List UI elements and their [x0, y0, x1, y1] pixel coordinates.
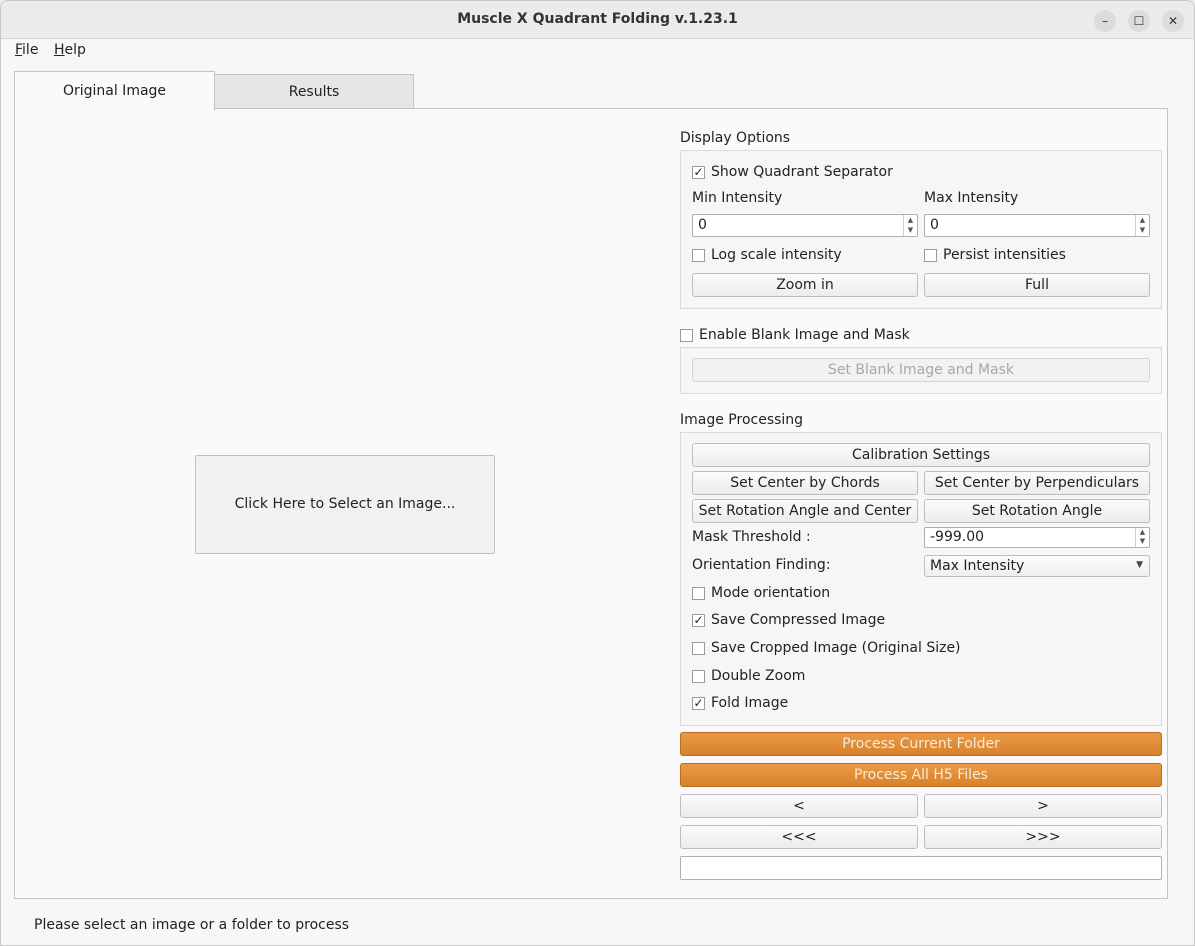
orientation-finding-value: Max Intensity [930, 558, 1025, 574]
status-message: Please select an image or a folder to pr… [34, 917, 350, 933]
process-current-folder-button[interactable]: Process Current Folder [680, 732, 1162, 756]
tab-results[interactable]: Results [214, 74, 414, 109]
chevron-down-icon: ▼ [1136, 560, 1143, 570]
mask-threshold-label: Mask Threshold : [692, 529, 811, 545]
window-title: Muscle X Quadrant Folding v.1.23.1 [457, 11, 738, 27]
calibration-settings-button[interactable]: Calibration Settings [692, 443, 1150, 467]
title-bar[interactable]: Muscle X Quadrant Folding v.1.23.1 – ☐ ✕ [1, 1, 1194, 39]
image-processing-title: Image Processing [680, 412, 804, 428]
spin-arrows-icon[interactable]: ▲ ▼ [1135, 215, 1149, 236]
max-intensity-value: 0 [930, 217, 939, 233]
maximize-button[interactable]: ☐ [1128, 10, 1150, 32]
orientation-finding-select[interactable]: Max Intensity ▼ [924, 555, 1150, 577]
full-button[interactable]: Full [924, 273, 1150, 297]
minimize-button[interactable]: – [1094, 10, 1116, 32]
fold-image-label: Fold Image [711, 695, 789, 711]
checkbox-unchecked-icon [692, 249, 705, 262]
spin-arrows-icon[interactable]: ▲ ▼ [903, 215, 917, 236]
spin-arrows-icon[interactable]: ▲ ▼ [1135, 528, 1149, 547]
tab-original-image[interactable]: Original Image [14, 71, 215, 110]
save-cropped-label: Save Cropped Image (Original Size) [711, 640, 961, 656]
checkbox-checked-icon: ✓ [692, 613, 705, 627]
mode-orientation-label: Mode orientation [711, 585, 831, 601]
mask-threshold-value: -999.00 [930, 529, 985, 545]
checkbox-unchecked-icon [692, 670, 705, 683]
previous-button[interactable]: < [680, 794, 918, 818]
save-compressed-label: Save Compressed Image [711, 612, 886, 628]
mask-threshold-spinbox[interactable]: -999.00 ▲ ▼ [924, 527, 1150, 548]
checkbox-checked-icon: ✓ [692, 165, 705, 179]
checkbox-unchecked-icon [692, 642, 705, 655]
process-all-h5-button[interactable]: Process All H5 Files [680, 763, 1162, 787]
checkbox-unchecked-icon [924, 249, 937, 262]
persist-intensities-label: Persist intensities [943, 247, 1066, 263]
max-intensity-label: Max Intensity [924, 190, 1019, 206]
menu-file-accel: F [15, 42, 23, 58]
close-button[interactable]: ✕ [1162, 10, 1184, 32]
display-options-title: Display Options [680, 130, 791, 146]
previous-fast-button[interactable]: <<< [680, 825, 918, 849]
checkbox-unchecked-icon [692, 587, 705, 600]
min-intensity-spinbox[interactable]: 0 ▲ ▼ [692, 214, 918, 237]
set-center-chords-button[interactable]: Set Center by Chords [692, 471, 918, 495]
menu-help[interactable]: Help [54, 42, 86, 58]
set-rotation-angle-center-button[interactable]: Set Rotation Angle and Center [692, 499, 918, 523]
filename-field[interactable] [680, 856, 1162, 880]
show-quadrant-separator-label: Show Quadrant Separator [711, 164, 893, 180]
checkbox-checked-icon: ✓ [692, 696, 705, 710]
app-window: Muscle X Quadrant Folding v.1.23.1 – ☐ ✕… [0, 0, 1195, 946]
menu-file[interactable]: File [15, 42, 38, 58]
menu-file-label: ile [22, 42, 39, 58]
set-rotation-angle-button[interactable]: Set Rotation Angle [924, 499, 1150, 523]
set-center-perpendiculars-button[interactable]: Set Center by Perpendiculars [924, 471, 1150, 495]
enable-blank-mask-label: Enable Blank Image and Mask [699, 327, 910, 343]
menu-help-accel: H [54, 42, 65, 58]
log-scale-label: Log scale intensity [711, 247, 842, 263]
next-button[interactable]: > [924, 794, 1162, 818]
orientation-finding-label: Orientation Finding: [692, 557, 831, 573]
min-intensity-value: 0 [698, 217, 707, 233]
menu-help-label: elp [64, 42, 86, 58]
set-blank-mask-button[interactable]: Set Blank Image and Mask [692, 358, 1150, 382]
next-fast-button[interactable]: >>> [924, 825, 1162, 849]
double-zoom-label: Double Zoom [711, 668, 806, 684]
menu-bar: File Help [1, 39, 1194, 63]
select-image-button[interactable]: Click Here to Select an Image... [195, 455, 495, 554]
zoom-in-button[interactable]: Zoom in [692, 273, 918, 297]
min-intensity-label: Min Intensity [692, 190, 783, 206]
checkbox-unchecked-icon [680, 329, 693, 342]
max-intensity-spinbox[interactable]: 0 ▲ ▼ [924, 214, 1150, 237]
